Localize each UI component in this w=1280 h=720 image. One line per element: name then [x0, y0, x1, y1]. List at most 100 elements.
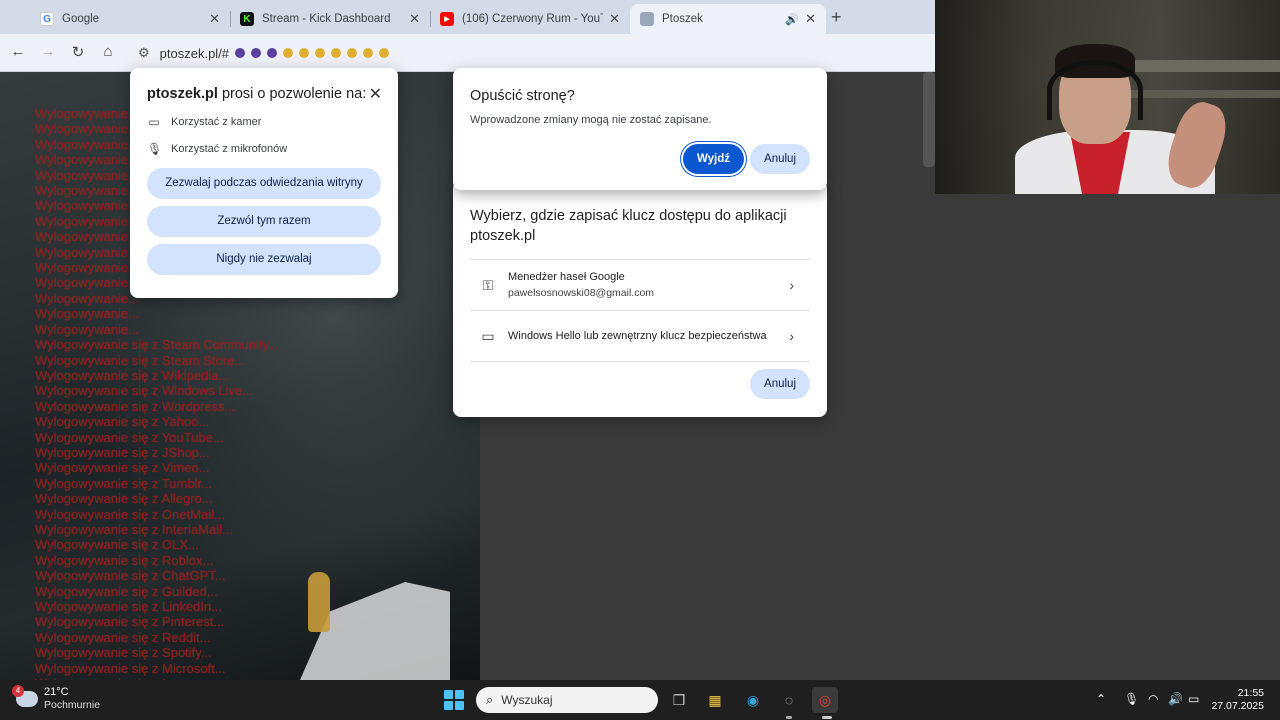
headset-icon — [1047, 60, 1143, 120]
permission-title: ptoszek.pl prosi o pozwolenie na: — [147, 86, 367, 102]
address-text: ptoszek.pl/# — [159, 45, 230, 61]
logout-line: Wylogowywanie się z Wordpress... — [35, 398, 236, 414]
tab-google[interactable]: G Google ✕ — [30, 4, 230, 34]
passkey-options: ⚿ Menedżer haseł Google pawelsosnowski08… — [470, 259, 810, 362]
reload-icon[interactable]: ↻ — [68, 43, 88, 61]
edge-icon[interactable]: ◉ — [740, 687, 766, 713]
tab-kick[interactable]: K Stream - Kick Dashboard ✕ — [230, 4, 430, 34]
tab-title: Stream - Kick Dashboard — [262, 13, 391, 25]
task-view-icon[interactable]: ❐ — [666, 687, 692, 713]
allow-while-visiting-button[interactable]: Zezwalaj podczas odwiedzania witryny — [147, 168, 381, 199]
emoji-icon — [283, 48, 294, 58]
volume-icon[interactable]: 🔊 — [1168, 692, 1183, 706]
logout-line: Wylogowywanie się z Allegro... — [35, 491, 213, 507]
logout-line: Wylogowywanie się z Roblox... — [35, 552, 214, 568]
address-bar[interactable]: ⚙ ptoszek.pl/# — [130, 39, 925, 67]
logout-line: Wylogowywanie... — [35, 306, 139, 322]
emoji-icon — [235, 48, 246, 58]
close-icon[interactable]: ✕ — [369, 84, 382, 104]
close-tab-icon[interactable]: ✕ — [805, 11, 816, 27]
emoji-icon — [251, 48, 262, 58]
logout-line: Wylogowywanie się z Spotify... — [35, 645, 212, 661]
emoji-icon — [379, 48, 390, 58]
google-favicon: G — [40, 12, 54, 26]
kick-favicon: K — [240, 12, 254, 26]
windows-start-icon[interactable] — [444, 690, 464, 710]
close-tab-icon[interactable]: ✕ — [609, 11, 620, 27]
app-icon[interactable]: ◌ — [776, 687, 802, 713]
passkey-dialog: Wybierz, gdzie zapisać klucz dostępu do … — [453, 180, 827, 417]
option-label: Menedżer haseł Google — [508, 271, 625, 283]
chevron-right-icon: › — [789, 328, 794, 344]
emoji-icon — [331, 48, 342, 58]
logout-line: Wylogowywanie się z OLX... — [35, 537, 199, 553]
youtube-favicon: ▶ — [440, 12, 454, 26]
laptop-icon: ▭ — [481, 327, 495, 344]
clock-date: 27.07.2025 — [1211, 700, 1264, 712]
microsoft-store-icon[interactable]: ▦ — [702, 687, 728, 713]
key-icon: ⚿ — [482, 276, 494, 293]
wifi-icon[interactable]: ◠ — [1148, 692, 1158, 706]
permission-popup: ptoszek.pl prosi o pozwolenie na: ✕ ▭ Ko… — [130, 68, 398, 298]
logout-line: Wylogowywanie się z Wikipedia... — [35, 367, 230, 383]
logout-line: Wylogowywanie się z Windows Live... — [35, 383, 254, 399]
clock[interactable]: 21:55 27.07.2025 — [1208, 687, 1264, 713]
back-arrow-icon[interactable]: ← — [8, 43, 28, 60]
logout-line: Wylogowywanie się z ChatGPT... — [35, 568, 226, 584]
logout-line: Wylogowywanie się z Pinterest... — [35, 614, 225, 630]
emoji-icon — [347, 48, 358, 58]
scrollbar[interactable] — [923, 72, 935, 167]
tab-youtube[interactable]: ▶ (106) Czerwony Rum - YouTube ✕ — [430, 4, 630, 34]
forward-arrow-icon[interactable]: → — [38, 43, 58, 60]
dialog-message: Wprowadzone zmiany mogą nie zostać zapis… — [470, 114, 712, 126]
tab-ptoszek[interactable]: Ptoszek 🔊 ✕ — [630, 4, 826, 34]
weather-widget[interactable]: 4 21°C Pochmurnie — [12, 685, 100, 712]
leave-page-dialog: Opuścić stronę? Wprowadzone zmiany mogą … — [453, 68, 827, 190]
logout-line: Wylogowywanie się z Reddit... — [35, 629, 211, 645]
search-placeholder: Wyszukaj — [501, 693, 553, 707]
taskbar: 4 21°C Pochmurnie ⌕ Wyszukaj ❐ ▦ ◉ ◌ ◎ ⌃… — [0, 680, 1280, 720]
logout-line: Wylogowywanie się z Steam Store... — [35, 352, 246, 368]
dialog-actions: Wyjdź Anuluj — [683, 144, 810, 174]
home-icon[interactable]: ⌂ — [98, 43, 118, 60]
cancel-button[interactable]: Anuluj — [750, 369, 810, 399]
chevron-up-icon[interactable]: ⌃ — [1096, 692, 1106, 706]
emoji-icon — [315, 48, 326, 58]
close-tab-icon[interactable]: ✕ — [409, 11, 420, 27]
option-windows-hello[interactable]: ▭ Windows Hello lub zewnętrzny klucz bez… — [470, 311, 810, 362]
permission-item-microphone: 🎙 Korzystać z mikrofonów — [147, 142, 381, 156]
never-allow-button[interactable]: Nigdy nie zezwalaj — [147, 244, 381, 275]
dialog-title: Opuścić stronę? — [470, 88, 575, 104]
tab-title: Ptoszek — [662, 13, 703, 25]
microphone-icon[interactable]: 🎙 — [1124, 692, 1139, 706]
option-label: Windows Hello lub zewnętrzny klucz bezpi… — [508, 330, 767, 342]
browser-toolbar: ← → ↻ ⌂ ⚙ ptoszek.pl/# — [0, 34, 935, 72]
taskbar-search[interactable]: ⌕ Wyszukaj — [476, 687, 658, 713]
logout-line: Wylogowywanie się z LinkedIn... — [35, 599, 223, 614]
leave-button[interactable]: Wyjdź — [683, 144, 745, 174]
logout-line: Wylogowywanie... — [35, 321, 139, 337]
page-favicon — [640, 12, 654, 26]
new-tab-button[interactable]: + — [831, 7, 842, 28]
emoji-icon — [267, 48, 278, 58]
battery-icon[interactable]: ▭ — [1188, 692, 1199, 706]
option-email: pawelsosnowski08@gmail.com — [508, 287, 655, 299]
logout-line: Wylogowywanie się z Microsoft... — [35, 660, 226, 676]
logout-line: Wylogowywanie się z InteriaMail... — [35, 521, 233, 537]
allow-this-time-button[interactable]: Zezwól tym razem — [147, 206, 381, 237]
option-google-password-manager[interactable]: ⚿ Menedżer haseł Google pawelsosnowski08… — [470, 260, 810, 311]
speaker-icon[interactable]: 🔊 — [785, 13, 799, 26]
chevron-right-icon: › — [789, 277, 794, 293]
permission-item-camera: ▭ Korzystać z kamer — [147, 115, 381, 129]
logout-line: Wylogowywanie się z Steam Community... — [35, 337, 279, 353]
active-indicator — [822, 716, 832, 719]
emoji-icon — [299, 48, 310, 58]
cloud-icon: 4 — [12, 685, 38, 707]
site-info-icon[interactable]: ⚙ — [138, 45, 150, 61]
cancel-button[interactable]: Anuluj — [750, 144, 810, 174]
search-icon: ⌕ — [486, 692, 494, 707]
logout-line: Wylogowywanie się z Yahoo... — [35, 414, 210, 430]
close-tab-icon[interactable]: ✕ — [209, 11, 220, 27]
weather-temperature: 21°C — [44, 686, 69, 698]
chrome-icon[interactable]: ◎ — [812, 687, 838, 713]
